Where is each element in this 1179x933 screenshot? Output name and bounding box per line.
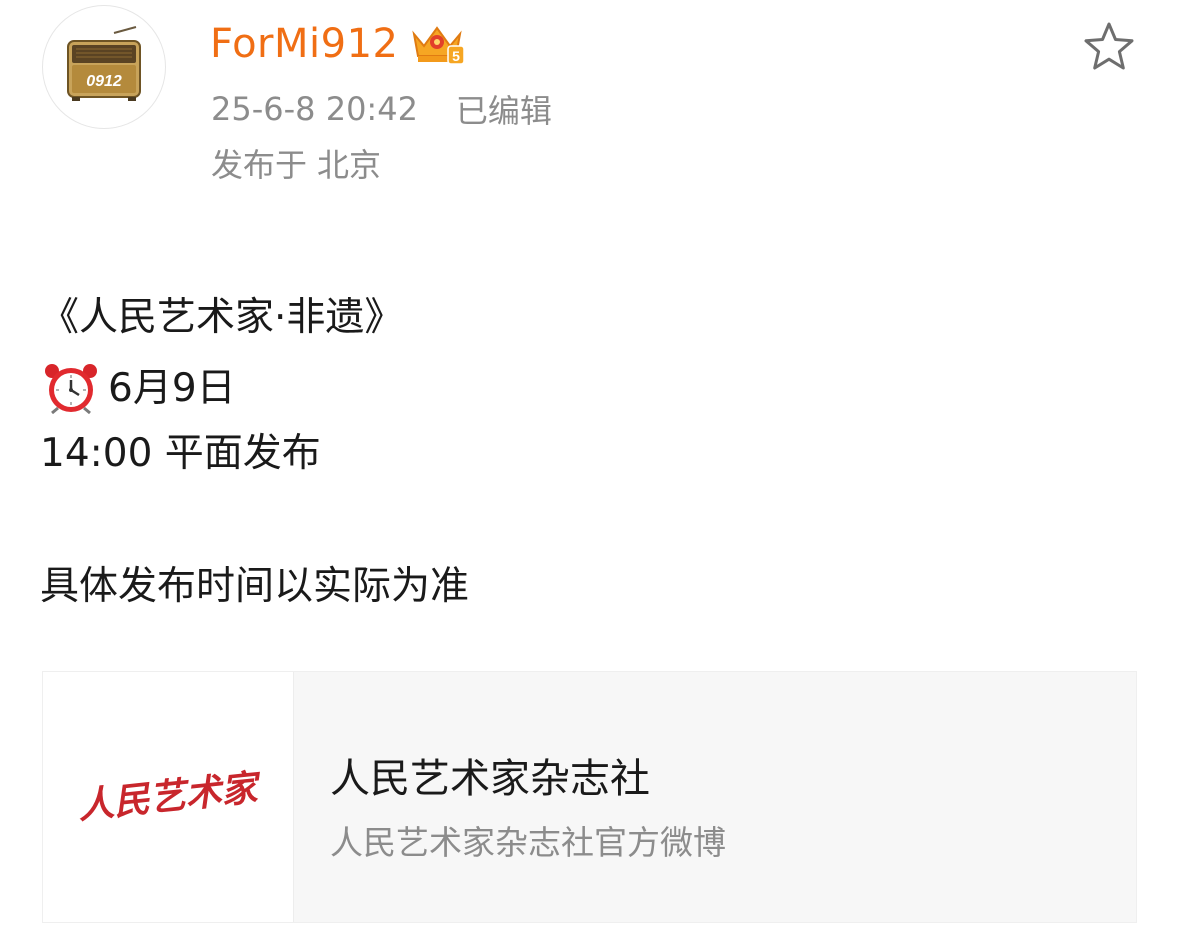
avatar[interactable]: 0912 bbox=[42, 5, 166, 129]
post-text-line: 14:00 平面发布 bbox=[40, 431, 321, 476]
avatar-label: 0912 bbox=[86, 73, 122, 90]
location-prefix: 发布于 bbox=[211, 146, 308, 184]
post-text-line: 《人民艺术家·非遗》 bbox=[40, 295, 404, 340]
alarm-clock-icon bbox=[45, 364, 97, 414]
badge-level: 5 bbox=[453, 48, 461, 64]
card-logo-text: 人民艺术家 bbox=[76, 766, 263, 827]
post-meta: 25-6-8 20:42 已编辑 bbox=[211, 86, 552, 132]
author-header: ForMi912 5 bbox=[210, 18, 466, 70]
star-outline-icon[interactable] bbox=[1082, 20, 1136, 74]
card-logo: 人民艺术家 bbox=[43, 672, 294, 922]
edited-label[interactable]: 已编辑 bbox=[456, 86, 552, 132]
post-text-line: 具体发布时间以实际为准 bbox=[40, 564, 470, 609]
post-timestamp: 25-6-8 20:42 bbox=[211, 90, 418, 128]
card-subtitle: 人民艺术家杂志社官方微博 bbox=[330, 823, 726, 862]
radio-avatar-icon: 0912 bbox=[67, 26, 141, 101]
username[interactable]: ForMi912 bbox=[210, 21, 398, 67]
card-title: 人民艺术家杂志社 bbox=[330, 756, 650, 802]
post-location: 发布于 北京 bbox=[211, 140, 381, 186]
location-city: 北京 bbox=[317, 146, 382, 184]
link-card[interactable]: 人民艺术家 人民艺术家杂志社 人民艺术家杂志社官方微博 bbox=[42, 671, 1137, 923]
post-text-line: 6月9日 bbox=[40, 362, 236, 414]
post-date-text: 6月9日 bbox=[108, 365, 236, 411]
vip-crown-badge-icon[interactable]: 5 bbox=[408, 20, 466, 68]
calligraphy-logo: 人民艺术家 bbox=[76, 766, 263, 827]
